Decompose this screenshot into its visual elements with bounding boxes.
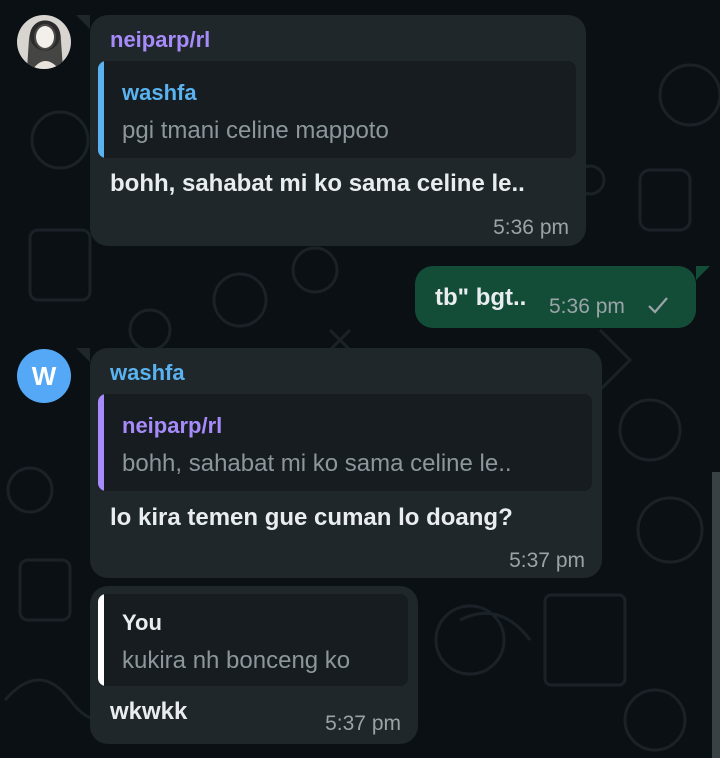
message-time: 5:37 pm: [509, 549, 585, 572]
reply-quote[interactable]: washfa pgi tmani celine mappoto: [98, 61, 576, 158]
message-bubble-outgoing[interactable]: tb" bgt.. 5:36 pm: [415, 266, 696, 328]
message-bubble[interactable]: washfa neiparp/rl bohh, sahabat mi ko sa…: [90, 348, 602, 578]
quote-text: pgi tmani celine mappoto: [122, 117, 389, 144]
quote-sender: You: [122, 610, 162, 635]
message-bubble[interactable]: You kukira nh bonceng ko wkwkk 5:37 pm: [90, 586, 418, 744]
sender-name[interactable]: washfa: [110, 360, 185, 386]
reply-quote[interactable]: neiparp/rl bohh, sahabat mi ko sama celi…: [98, 394, 592, 491]
avatar[interactable]: [17, 15, 71, 69]
bubble-tail: [76, 348, 90, 362]
reply-quote[interactable]: You kukira nh bonceng ko: [98, 594, 408, 686]
message-bubble[interactable]: neiparp/rl washfa pgi tmani celine mappo…: [90, 15, 586, 246]
quote-text: kukira nh bonceng ko: [122, 647, 351, 674]
message-time: 5:36 pm: [549, 295, 625, 318]
quote-sender: washfa: [122, 80, 197, 105]
check-icon: [648, 297, 668, 314]
avatar[interactable]: W: [17, 349, 71, 403]
scrollbar[interactable]: [712, 472, 720, 758]
quote-sender: neiparp/rl: [122, 413, 223, 438]
message-time: 5:36 pm: [493, 216, 569, 239]
message-time: 5:37 pm: [325, 712, 401, 735]
message-text: lo kira temen gue cuman lo doang?: [110, 504, 513, 531]
quote-bar: [98, 61, 104, 158]
message-text: bohh, sahabat mi ko sama celine le..: [110, 170, 525, 197]
bubble-tail: [696, 266, 710, 280]
quote-text: bohh, sahabat mi ko sama celine le..: [122, 450, 512, 477]
message-text: tb" bgt..: [435, 284, 527, 311]
quote-bar: [98, 594, 104, 686]
bubble-tail: [76, 15, 90, 29]
message-text: wkwkk: [110, 698, 188, 725]
sender-name[interactable]: neiparp/rl: [110, 27, 210, 53]
quote-bar: [98, 394, 104, 491]
